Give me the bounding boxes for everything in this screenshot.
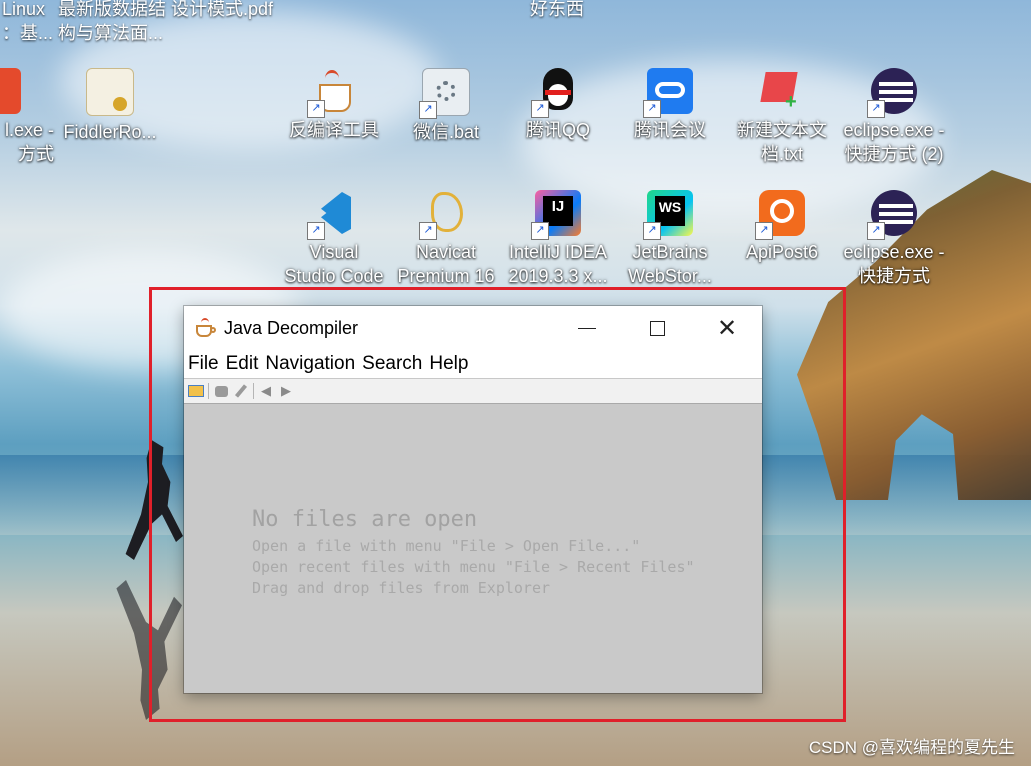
desktop-shortcut[interactable]: WS ↗ JetBrains WebStor... [614,190,726,288]
desktop-shortcut[interactable]: ↗ 反编译工具 [278,68,390,142]
navicat-icon: ↗ [419,190,469,240]
apipost-icon: ↗ [755,190,805,240]
desktop-shortcut[interactable]: ↗ Visual Studio Code [278,190,390,288]
batch-gear-icon: ↗ [419,68,470,119]
desktop-shortcut[interactable]: ↗ Navicat Premium 16 [390,190,502,288]
desktop-label[interactable]: Linux [2,0,45,21]
text-file-icon: + [759,68,805,114]
maximize-button[interactable] [622,306,692,350]
shortcut-label: 腾讯QQ [525,120,590,140]
shortcut-label: ApiPost6 [745,242,819,262]
empty-heading: No files are open [252,507,478,532]
close-button[interactable]: ✕ [692,306,762,350]
tencent-meeting-icon: ↗ [643,68,693,118]
forward-button[interactable]: ▶ [276,382,296,400]
empty-state: No files are open Open a file with menu … [252,506,695,599]
back-icon: ◀ [261,383,271,398]
shortcut-label: Premium 16 [397,266,495,286]
shortcut-label: Studio Code [284,266,384,286]
intellij-icon: IJ ↗ [531,190,581,240]
shortcut-label: 新建文本文 [737,120,827,140]
java-cup-icon [195,318,217,338]
empty-hint: Drag and drop files from Explorer [252,579,551,597]
desktop-label[interactable]: 好东西 [530,0,584,21]
desktop-label[interactable]: 构与算法面... [58,21,163,45]
desktop-shortcut[interactable]: FiddlerRo... [54,68,166,144]
title-bar[interactable]: Java Decompiler ✕ [184,306,762,350]
open-file-icon [188,385,204,397]
open-file-button[interactable] [186,382,206,400]
maximize-icon [649,320,665,336]
shortcut-label: 2019.3.3 x... [508,266,608,286]
shortcut-label: WebStor... [628,266,712,286]
menu-search[interactable]: Search [362,353,422,375]
desktop-label[interactable]: ：基... [2,21,53,45]
java-cup-icon: ↗ [307,68,357,118]
menu-bar: File Edit Navigation Search Help [184,350,762,379]
shortcut-label: Navicat [415,242,477,262]
toolbar-separator [253,383,254,399]
edit-icon [234,384,248,398]
shortcut-label: eclipse.exe - [843,120,945,140]
close-file-button[interactable] [211,382,231,400]
shortcut-label: FiddlerRo... [63,122,157,142]
close-icon: ✕ [716,314,738,342]
shortcut-label: IntelliJ IDEA [508,242,608,262]
shortcut-label: 快捷方式 (2) [844,144,944,164]
eclipse-icon: ↗ [867,190,917,240]
minimize-button[interactable] [552,306,622,350]
java-decompiler-window[interactable]: Java Decompiler ✕ File Edit Navigation S… [184,306,762,693]
desktop-shortcut[interactable]: ↗ eclipse.exe - 快捷方式 [838,190,950,288]
desktop-shortcut[interactable]: ↗ ApiPost6 [726,190,838,264]
back-button[interactable]: ◀ [256,382,276,400]
shortcut-label: 腾讯会议 [634,120,706,140]
empty-hint: Open recent files with menu "File > Rece… [252,558,695,576]
toolbar: ◀ ▶ [184,379,762,404]
eclipse-icon: ↗ [867,68,917,118]
certificate-icon [86,68,134,116]
desktop-shortcut[interactable]: ↗ 腾讯QQ [502,68,614,142]
empty-hint: Open a file with menu "File > Open File.… [252,537,641,555]
shortcut-label: JetBrains [632,242,708,262]
desktop-shortcut[interactable]: IJ ↗ IntelliJ IDEA 2019.3.3 x... [502,190,614,288]
qq-penguin-icon: ↗ [531,68,581,118]
webstorm-icon: WS ↗ [643,190,693,240]
toolbar-separator [208,383,209,399]
desktop: { "desktop": { "top_labels": ["Linux", "… [0,0,1031,766]
shortcut-label: l.exe - [4,120,54,140]
shortcut-label: eclipse.exe - [843,242,945,262]
menu-edit[interactable]: Edit [226,353,259,375]
window-title: Java Decompiler [224,317,359,338]
desktop-shortcut[interactable]: ↗ eclipse.exe - 快捷方式 (2) [838,68,950,166]
menu-help[interactable]: Help [429,353,468,375]
content-area[interactable]: No files are open Open a file with menu … [184,404,762,693]
desktop-shortcut[interactable]: ↗ 腾讯会议 [614,68,726,142]
edit-button[interactable] [231,382,251,400]
shortcut-label: 档.txt [760,144,803,164]
shortcut-label: Visual [309,242,359,262]
shortcut-label: 反编译工具 [289,120,379,140]
shortcut-label: 快捷方式 [858,266,930,286]
desktop-label[interactable]: 最新版数据结 设计模式.pdf [58,0,273,21]
minimize-icon [578,327,596,329]
menu-navigation[interactable]: Navigation [265,353,355,375]
close-file-icon [214,385,228,397]
desktop-shortcut[interactable]: ↗ 微信.bat [390,68,502,144]
desktop-shortcut[interactable]: ↗ l.exe - 方式 [0,68,54,166]
forward-icon: ▶ [281,383,291,398]
watermark: CSDN @喜欢编程的夏先生 [808,738,1015,757]
tool-icon: ↗ [0,68,21,114]
menu-file[interactable]: File [188,353,219,375]
desktop-shortcut[interactable]: + 新建文本文 档.txt [726,68,838,166]
vscode-icon: ↗ [307,190,357,240]
shortcut-label: 微信.bat [412,122,480,142]
shortcut-label: 方式 [18,144,54,164]
